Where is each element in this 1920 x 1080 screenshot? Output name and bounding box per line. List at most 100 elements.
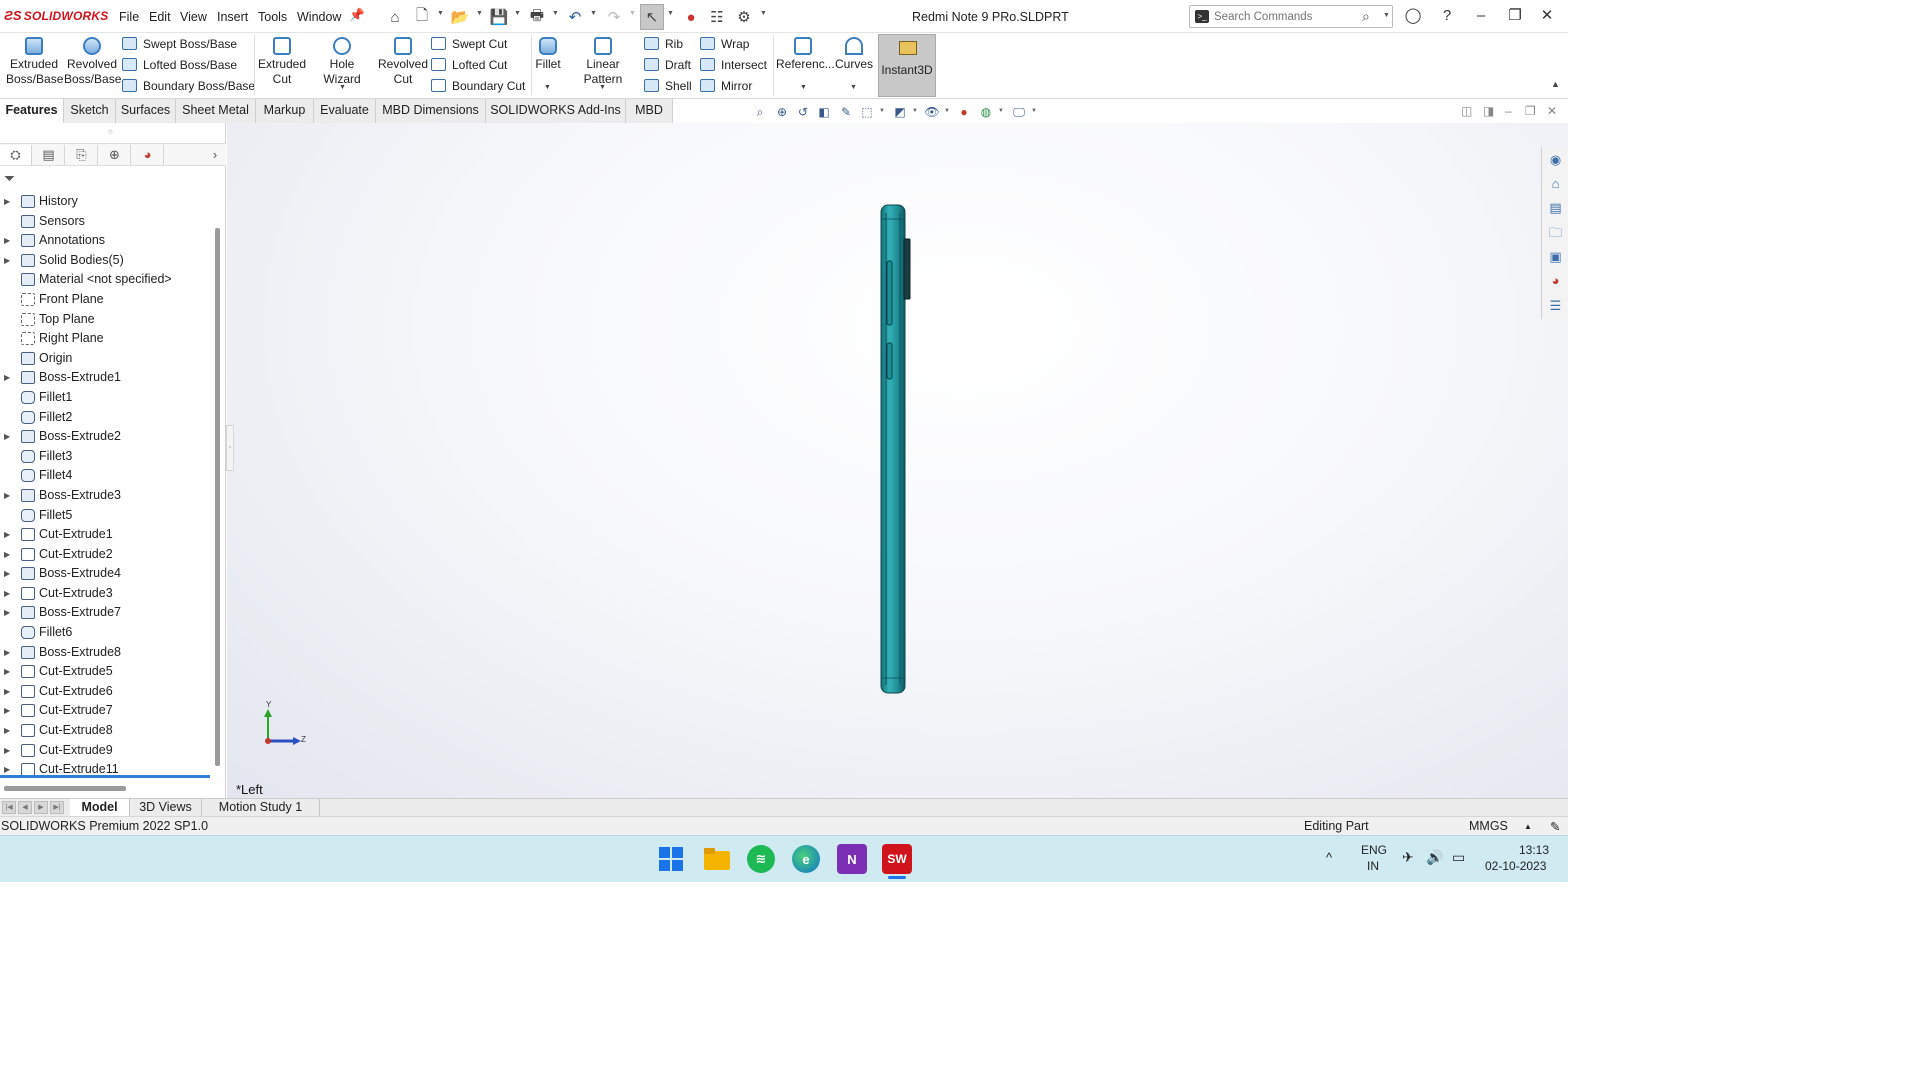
expand-arrow-icon[interactable]: ▶ xyxy=(4,368,10,388)
feature-tree-item[interactable]: ▶ Cut-Extrude7 xyxy=(0,701,212,721)
view-orientation-icon[interactable]: ⬚ xyxy=(859,104,875,120)
user-account-icon[interactable]: ◯ xyxy=(1400,6,1426,26)
hide-show-dropdown-icon[interactable]: ▼ xyxy=(944,108,950,114)
dynamic-annotation-icon[interactable]: ✎ xyxy=(838,104,854,120)
feature-tree-item[interactable]: Fillet1 xyxy=(0,388,212,408)
wrap-button[interactable]: Wrap xyxy=(700,35,749,53)
tab-features[interactable]: Features xyxy=(0,99,64,123)
feature-tree-item[interactable]: ▶ Boss-Extrude1 xyxy=(0,368,212,388)
horizontal-scrollbar[interactable] xyxy=(4,786,126,791)
feature-tree-item[interactable]: ▶ Boss-Extrude7 xyxy=(0,603,212,623)
save-icon[interactable]: 💾 xyxy=(489,7,509,27)
feature-tree-item[interactable]: Fillet4 xyxy=(0,466,212,486)
undo-dropdown-icon[interactable]: ▼ xyxy=(590,10,598,17)
graphics-area[interactable] xyxy=(227,123,1568,799)
rebuild-traffic-light-icon[interactable]: ● xyxy=(681,7,701,27)
custom-properties-icon[interactable]: ☰ xyxy=(1547,297,1564,314)
open-folder-icon[interactable]: 📂 xyxy=(450,7,470,27)
feature-tree-item[interactable]: ▶ Boss-Extrude4 xyxy=(0,564,212,584)
new-dropdown-icon[interactable]: ▼ xyxy=(437,10,445,17)
intersect-button[interactable]: Intersect xyxy=(700,56,767,74)
feature-tree-item[interactable]: ▶ Cut-Extrude3 xyxy=(0,584,212,604)
new-document-icon[interactable]: 🗋 xyxy=(412,7,432,27)
solidworks-taskbar-icon[interactable]: SW xyxy=(882,844,912,874)
linear-pattern-dropdown-icon[interactable]: ▼ xyxy=(599,84,606,91)
file-explorer-taskbar-icon[interactable] xyxy=(702,844,732,874)
mirror-button[interactable]: Mirror xyxy=(700,77,752,95)
spotify-icon[interactable]: ≋ xyxy=(747,845,775,873)
menu-view[interactable]: View xyxy=(180,10,207,24)
viewport-split-icon[interactable]: ◫ xyxy=(1461,104,1472,118)
feature-tree-item[interactable]: ▶ Boss-Extrude2 xyxy=(0,427,212,447)
options-dropdown-icon[interactable]: ▼ xyxy=(760,10,768,17)
fillet-button[interactable]: Fillet xyxy=(533,35,563,72)
minimize-window-icon[interactable]: – xyxy=(1468,6,1494,26)
clock-time[interactable]: 13:13 xyxy=(1519,843,1549,857)
windows-start-icon[interactable] xyxy=(656,844,686,874)
filter-icon[interactable]: ⏷ xyxy=(4,170,15,187)
tab-markup[interactable]: Markup xyxy=(256,99,314,123)
tab-mbd-dimensions[interactable]: MBD Dimensions xyxy=(376,99,486,123)
language-region[interactable]: IN xyxy=(1367,859,1379,873)
undo-icon[interactable]: ↶ xyxy=(565,7,585,27)
expand-arrow-icon[interactable]: ▶ xyxy=(4,564,10,584)
expand-arrow-icon[interactable]: ▶ xyxy=(4,603,10,623)
search-icon[interactable]: ⌕ xyxy=(1362,8,1370,25)
feature-tree-item[interactable]: Fillet2 xyxy=(0,408,212,428)
edit-appearance-icon[interactable]: ● xyxy=(956,104,972,120)
unit-system[interactable]: MMGS xyxy=(1469,819,1508,833)
feature-tree-item[interactable]: ▶ Cut-Extrude5 xyxy=(0,662,212,682)
hide-show-items-icon[interactable]: 👁 xyxy=(924,104,940,120)
search-commands-box[interactable]: >_ ⌕ ▼ xyxy=(1189,5,1393,28)
revolved-cut-button[interactable]: Revolved Cut xyxy=(377,35,429,87)
expand-arrow-icon[interactable]: ▶ xyxy=(4,584,10,604)
extruded-boss-button[interactable]: Extruded Boss/Base xyxy=(6,35,63,87)
show-hidden-icons-chevron-icon[interactable]: ^ xyxy=(1326,850,1332,865)
lofted-cut-button[interactable]: Lofted Cut xyxy=(431,56,507,74)
tab-motion-study-1[interactable]: Motion Study 1 xyxy=(202,799,320,817)
view-palette-icon[interactable]: ▣ xyxy=(1547,248,1564,265)
panel-grip-icon[interactable]: ○ xyxy=(108,127,113,136)
expand-arrow-icon[interactable]: ▶ xyxy=(4,251,10,271)
expand-arrow-icon[interactable]: ▶ xyxy=(4,545,10,565)
view-orientation-dropdown-icon[interactable]: ▼ xyxy=(879,108,885,114)
feature-tree-item[interactable]: Top Plane xyxy=(0,310,212,330)
property-manager-tab-icon[interactable]: ▤ xyxy=(33,145,65,165)
feature-tree-item[interactable]: ▶ Cut-Extrude2 xyxy=(0,545,212,565)
expand-tabs-chevron-icon[interactable]: › xyxy=(205,145,225,165)
feature-tree-item[interactable]: ▶ Cut-Extrude9 xyxy=(0,741,212,761)
expand-arrow-icon[interactable]: ▶ xyxy=(4,643,10,663)
feature-tree-item[interactable]: Origin xyxy=(0,349,212,369)
tab-evaluate[interactable]: Evaluate xyxy=(314,99,376,123)
fillet-dropdown-icon[interactable]: ▼ xyxy=(544,84,551,91)
print-dropdown-icon[interactable]: ▼ xyxy=(552,10,560,17)
feature-tree-item[interactable]: Fillet6 xyxy=(0,623,212,643)
lofted-boss-button[interactable]: Lofted Boss/Base xyxy=(122,56,237,74)
doc-close-icon[interactable]: ✕ xyxy=(1547,104,1557,118)
extruded-cut-button[interactable]: Extruded Cut xyxy=(256,35,308,87)
display-style-icon[interactable]: ◩ xyxy=(892,104,908,120)
feature-tree-item[interactable]: Front Plane xyxy=(0,290,212,310)
menu-tools[interactable]: Tools xyxy=(258,10,287,24)
tab-sketch[interactable]: Sketch xyxy=(64,99,116,123)
rib-button[interactable]: Rib xyxy=(644,35,683,53)
expand-arrow-icon[interactable]: ▶ xyxy=(4,701,10,721)
hole-wizard-dropdown-icon[interactable]: ▼ xyxy=(339,84,346,91)
battery-icon[interactable]: ▭ xyxy=(1452,849,1465,866)
clock-date[interactable]: 02-10-2023 xyxy=(1485,859,1546,873)
airplane-mode-icon[interactable]: ✈ xyxy=(1402,849,1414,866)
close-window-icon[interactable]: ✕ xyxy=(1534,6,1560,26)
apply-scene-dropdown-icon[interactable]: ▼ xyxy=(998,108,1004,114)
panel-collapse-handle[interactable]: ◦ xyxy=(226,425,234,471)
first-tab-icon[interactable]: |◀ xyxy=(2,801,16,814)
feature-tree-item[interactable]: ▶ Annotations xyxy=(0,231,212,251)
search-commands-input[interactable] xyxy=(1214,9,1354,24)
reference-geometry-button[interactable]: Referenc... xyxy=(776,35,835,72)
expand-arrow-icon[interactable]: ▶ xyxy=(4,525,10,545)
feature-tree-item[interactable]: Fillet5 xyxy=(0,506,212,526)
help-icon[interactable]: ? xyxy=(1434,6,1460,26)
linear-pattern-button[interactable]: Linear Pattern xyxy=(566,35,640,87)
tab-3d-views[interactable]: 3D Views xyxy=(130,799,202,817)
tab-solidworks-add-ins[interactable]: SOLIDWORKS Add-Ins xyxy=(486,99,626,123)
phone-model[interactable] xyxy=(880,204,911,694)
